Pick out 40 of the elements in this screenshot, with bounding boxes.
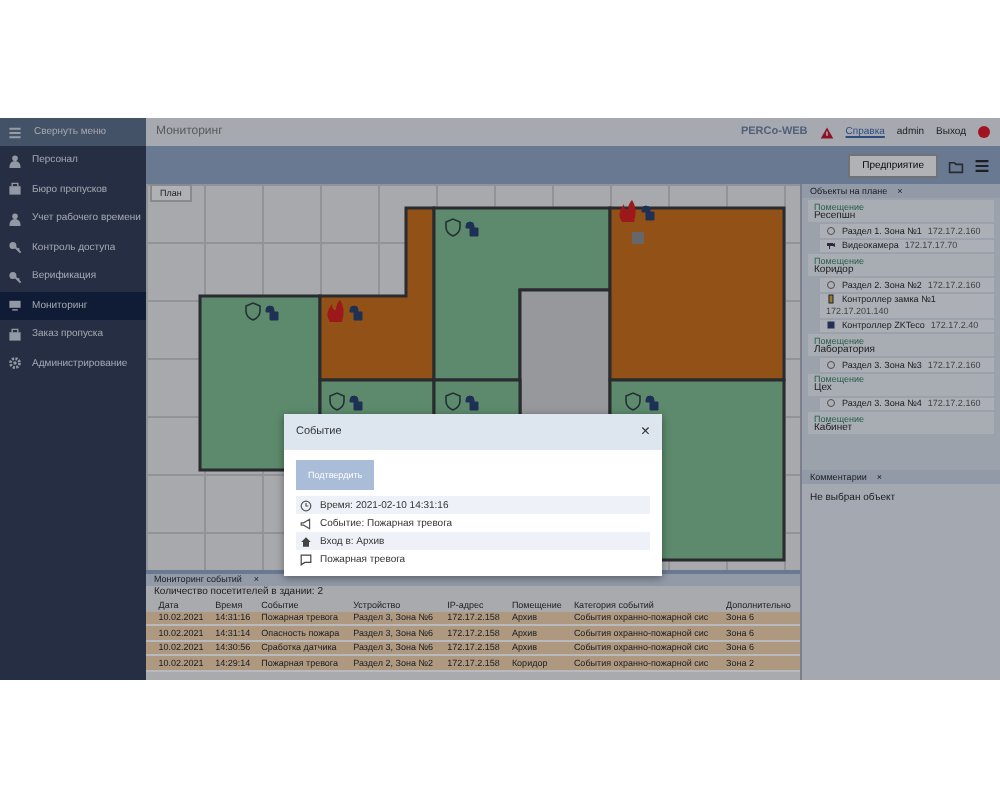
lock-icon <box>465 221 479 237</box>
key-icon <box>8 240 22 255</box>
circle-icon <box>826 359 836 370</box>
device-icon <box>826 294 836 305</box>
shield-icon <box>625 392 641 411</box>
person-icon <box>8 211 22 226</box>
fire-icon <box>327 300 344 322</box>
camera-icon <box>826 240 836 251</box>
lock-icon <box>645 395 659 411</box>
key-icon <box>8 269 22 284</box>
close-icon[interactable]: × <box>640 424 650 440</box>
circle-icon <box>826 398 836 409</box>
clock-icon <box>300 499 312 511</box>
card-icon <box>8 327 22 342</box>
shield-icon <box>445 218 461 237</box>
shield-icon <box>445 392 461 411</box>
lock-icon <box>349 395 363 411</box>
gear-icon <box>8 356 22 371</box>
lock-icon <box>349 305 363 321</box>
lock-icon <box>641 205 655 221</box>
circle-icon <box>826 279 836 290</box>
person-icon <box>8 153 22 168</box>
lock-icon <box>265 305 279 321</box>
monitor-icon <box>8 298 22 313</box>
shield-icon <box>329 392 345 411</box>
warning-icon[interactable] <box>819 125 834 139</box>
shield-icon <box>245 302 261 321</box>
fire-icon <box>619 200 636 222</box>
home-icon <box>300 535 312 547</box>
room[interactable] <box>318 206 436 382</box>
comment-icon <box>300 553 312 565</box>
circle-icon <box>826 225 836 236</box>
megaphone-icon <box>300 517 312 529</box>
device-icon <box>826 320 836 331</box>
card-icon <box>8 182 22 197</box>
lock-icon <box>465 395 479 411</box>
folder-icon[interactable] <box>948 157 964 173</box>
status-dot <box>978 126 990 138</box>
device-icon <box>632 232 644 244</box>
menu-icon[interactable] <box>974 157 990 173</box>
